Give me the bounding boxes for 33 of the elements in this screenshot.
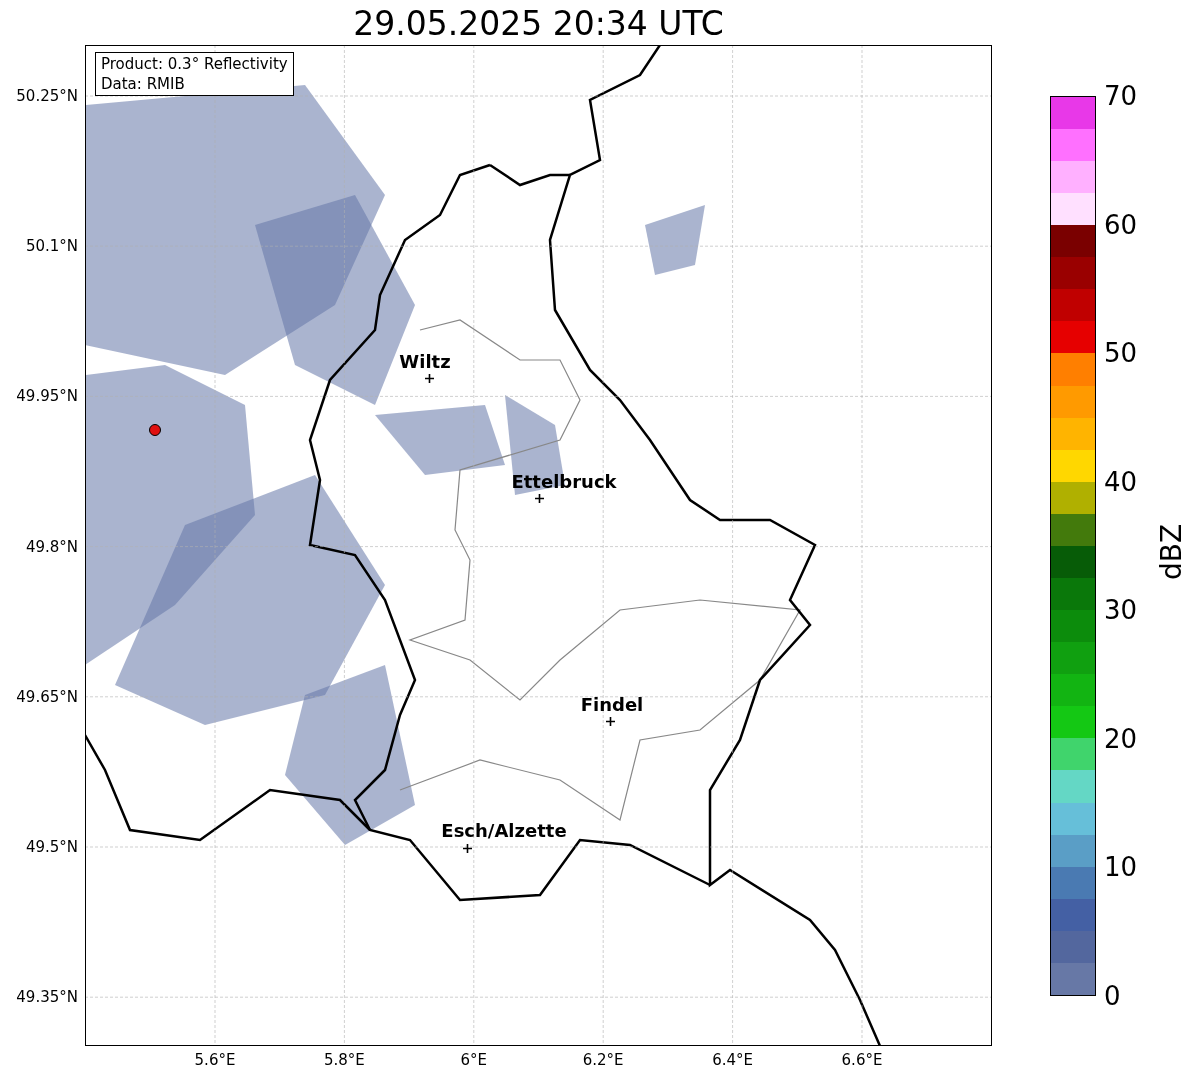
colorbar-tick-label: 40 xyxy=(1104,466,1138,497)
colorbar-label: dBZ xyxy=(1156,523,1184,581)
axis-tick-label: 49.8°N xyxy=(25,537,78,556)
city-label: Wiltz xyxy=(399,352,451,372)
colorbar-tick-label: 10 xyxy=(1104,852,1138,883)
colorbar-tick-label: 70 xyxy=(1104,81,1138,111)
info-text: Data: RMIB xyxy=(101,74,186,94)
axis-tick-label: 6°E xyxy=(460,1051,488,1069)
axis-tick-label: 5.8°E xyxy=(323,1051,365,1069)
colorbar-tick-label: 20 xyxy=(1104,723,1138,754)
info-text: Product: 0.3° Reflectivity xyxy=(101,54,288,74)
colorbar-tick-label: 60 xyxy=(1104,209,1138,240)
city-label: Findel xyxy=(580,695,644,715)
axis-tick-label: 49.5°N xyxy=(25,838,78,856)
city-label: Esch/Alzette xyxy=(441,821,567,841)
axis-tick-label: 6.2°E xyxy=(582,1051,624,1069)
city-marker-icon xyxy=(535,494,544,503)
city-label: Ettelbruck xyxy=(511,472,617,492)
axis-tick-label: 6.4°E xyxy=(712,1051,753,1069)
city-marker-icon xyxy=(425,374,434,383)
colorbar-tick-label: 30 xyxy=(1104,595,1138,626)
axis-tick-label: 49.95°N xyxy=(16,387,78,406)
city-marker-icon xyxy=(463,844,472,853)
axis-tick-label: 5.6°E xyxy=(194,1051,236,1069)
chart-title: 29.05.2025 20:34 UTC xyxy=(352,4,725,44)
colorbar-tick-label: 0 xyxy=(1104,981,1121,1011)
axis-tick-label: 6.6°E xyxy=(841,1051,883,1069)
axis-tick-label: 49.65°N xyxy=(16,687,78,706)
city-marker-icon xyxy=(606,717,615,726)
axis-tick-label: 50.1°N xyxy=(25,237,78,256)
axis-tick-label: 50.25°N xyxy=(16,87,78,105)
axis-tick-label: 49.35°N xyxy=(16,988,78,1007)
colorbar-tick-label: 50 xyxy=(1104,338,1138,369)
